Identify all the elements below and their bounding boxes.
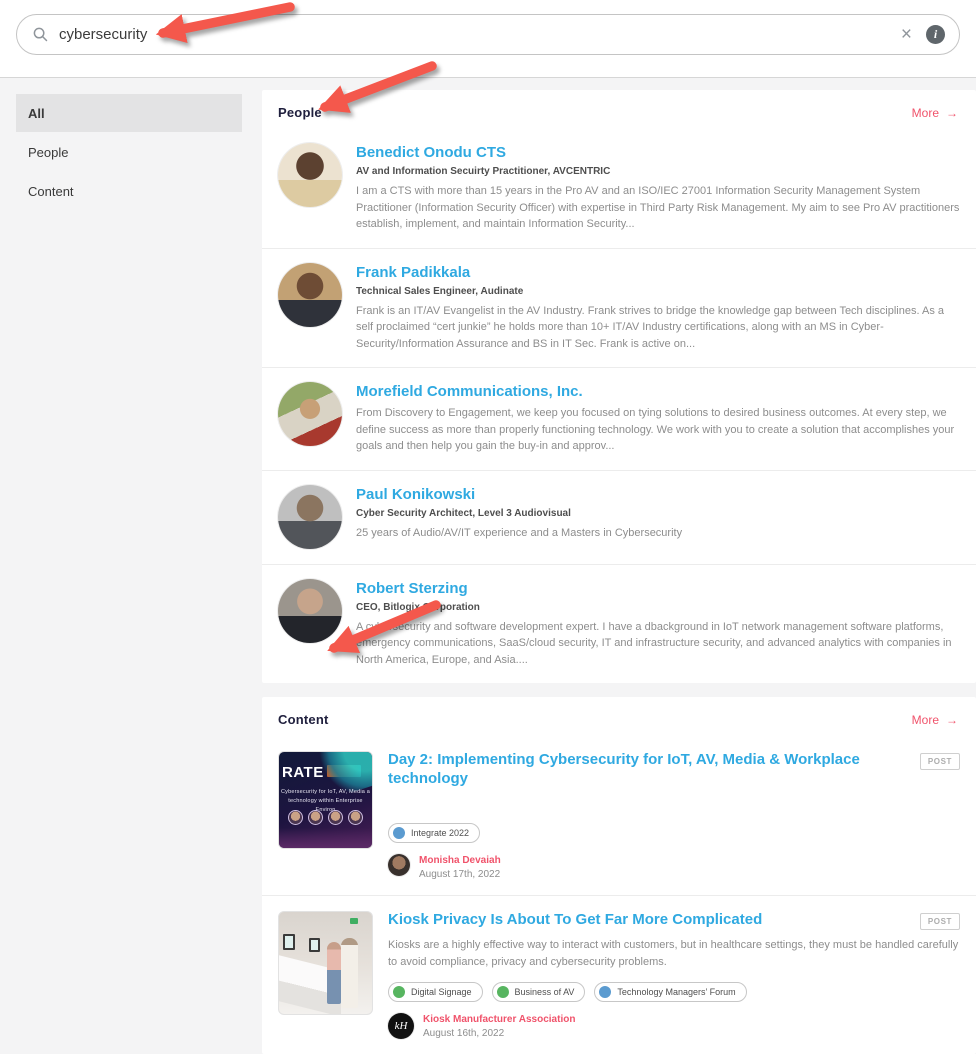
content-title-link[interactable]: Day 2: Implementing Cybersecurity for Io… bbox=[388, 751, 906, 789]
tag-dot bbox=[497, 986, 509, 998]
person-subtitle: CEO, Bitlogix Corporation bbox=[356, 602, 960, 613]
author-name-link[interactable]: Kiosk Manufacturer Association bbox=[423, 1013, 575, 1026]
person-name-link[interactable]: Frank Padikkala bbox=[356, 264, 960, 281]
person-result-row: Robert Sterzing CEO, Bitlogix Corporatio… bbox=[262, 564, 976, 684]
publish-date: August 16th, 2022 bbox=[423, 1028, 575, 1039]
person-subtitle: Technical Sales Engineer, Audinate bbox=[356, 286, 960, 297]
tag-digital-signage[interactable]: Digital Signage bbox=[388, 982, 483, 1002]
author-row: Monisha Devaiah August 17th, 2022 bbox=[388, 854, 960, 880]
content-more-link[interactable]: More → bbox=[912, 713, 958, 727]
person-avatar[interactable] bbox=[278, 143, 342, 207]
content-description: Kiosks are a highly effective way to int… bbox=[388, 937, 960, 971]
person-figure bbox=[341, 938, 358, 1008]
arrow-right-icon: → bbox=[946, 713, 958, 727]
people-more-link[interactable]: More → bbox=[912, 106, 958, 120]
author-avatar[interactable] bbox=[388, 854, 410, 876]
person-description: From Discovery to Engagement, we keep yo… bbox=[356, 405, 960, 455]
filter-sidebar: All People Content bbox=[16, 94, 242, 211]
person-description: Frank is an IT/AV Evangelist in the AV I… bbox=[356, 303, 960, 353]
sidebar-item-all[interactable]: All bbox=[16, 94, 242, 132]
people-section-header: People More → bbox=[262, 90, 976, 129]
info-icon[interactable]: i bbox=[926, 25, 945, 44]
person-name-link[interactable]: Benedict Onodu CTS bbox=[356, 144, 960, 161]
person-name-link[interactable]: Morefield Communications, Inc. bbox=[356, 383, 960, 400]
content-thumbnail-kiosk[interactable] bbox=[278, 911, 373, 1015]
people-section-title: People bbox=[278, 105, 322, 120]
results-column: People More → Benedict Onodu CTS AV and … bbox=[262, 90, 976, 1054]
kiosk-screen bbox=[309, 938, 320, 952]
tag-dot bbox=[393, 827, 405, 839]
person-avatar[interactable] bbox=[278, 382, 342, 446]
tag-business-of-av[interactable]: Business of AV bbox=[492, 982, 586, 1002]
person-result-row: Morefield Communications, Inc. From Disc… bbox=[262, 367, 976, 470]
search-icon bbox=[33, 27, 48, 42]
kiosk-screen bbox=[283, 934, 295, 950]
person-result-row: Frank Padikkala Technical Sales Engineer… bbox=[262, 248, 976, 368]
publish-date: August 17th, 2022 bbox=[419, 869, 501, 880]
tag-dot bbox=[393, 986, 405, 998]
author-logo[interactable]: kH bbox=[388, 1013, 414, 1039]
post-type-badge: POST bbox=[920, 753, 960, 770]
thumbnail-heading-text: RATE bbox=[282, 764, 324, 781]
content-section-header: Content More → bbox=[262, 697, 976, 736]
person-result-row: Benedict Onodu CTS AV and Information Se… bbox=[262, 129, 976, 248]
people-results-card: People More → Benedict Onodu CTS AV and … bbox=[262, 90, 976, 683]
content-thumbnail-day2[interactable]: RATE Cybersecurity for IoT, AV, Media a … bbox=[278, 751, 373, 849]
person-figure bbox=[327, 942, 341, 1004]
post-type-badge: POST bbox=[920, 913, 960, 930]
clear-search-icon[interactable]: × bbox=[895, 25, 918, 44]
tag-dot bbox=[599, 986, 611, 998]
tag-integrate-2022[interactable]: Integrate 2022 bbox=[388, 823, 480, 843]
author-row: kH Kiosk Manufacturer Association August… bbox=[388, 1013, 960, 1039]
person-subtitle: AV and Information Secuirty Practitioner… bbox=[356, 166, 960, 177]
sidebar-item-content[interactable]: Content bbox=[16, 172, 242, 210]
person-description: I am a CTS with more than 15 years in th… bbox=[356, 183, 960, 233]
page-header: × i bbox=[0, 0, 976, 78]
person-description: A cybersecurity and software development… bbox=[356, 619, 960, 669]
content-result-item: RATE Cybersecurity for IoT, AV, Media a … bbox=[262, 736, 976, 895]
author-name-link[interactable]: Monisha Devaiah bbox=[419, 854, 501, 867]
person-description: 25 years of Audio/AV/IT experience and a… bbox=[356, 525, 960, 542]
content-result-item: Kiosk Privacy Is About To Get Far More C… bbox=[262, 895, 976, 1054]
sidebar-item-people[interactable]: People bbox=[16, 133, 242, 171]
person-result-row: Paul Konikowski Cyber Security Architect… bbox=[262, 470, 976, 564]
person-avatar[interactable] bbox=[278, 263, 342, 327]
person-subtitle: Cyber Security Architect, Level 3 Audiov… bbox=[356, 508, 960, 519]
search-input[interactable] bbox=[59, 26, 895, 43]
person-avatar[interactable] bbox=[278, 485, 342, 549]
person-name-link[interactable]: Paul Konikowski bbox=[356, 486, 960, 503]
tag-technology-managers-forum[interactable]: Technology Managers’ Forum bbox=[594, 982, 746, 1002]
content-title-link[interactable]: Kiosk Privacy Is About To Get Far More C… bbox=[388, 911, 762, 930]
arrow-right-icon: → bbox=[946, 106, 958, 120]
person-name-link[interactable]: Robert Sterzing bbox=[356, 580, 960, 597]
speaker-photos bbox=[279, 810, 372, 825]
person-avatar[interactable] bbox=[278, 579, 342, 643]
content-results-card: Content More → RATE Cybersecurity for Io… bbox=[262, 697, 976, 1054]
content-section-title: Content bbox=[278, 712, 329, 727]
search-bar[interactable]: × i bbox=[16, 14, 960, 55]
